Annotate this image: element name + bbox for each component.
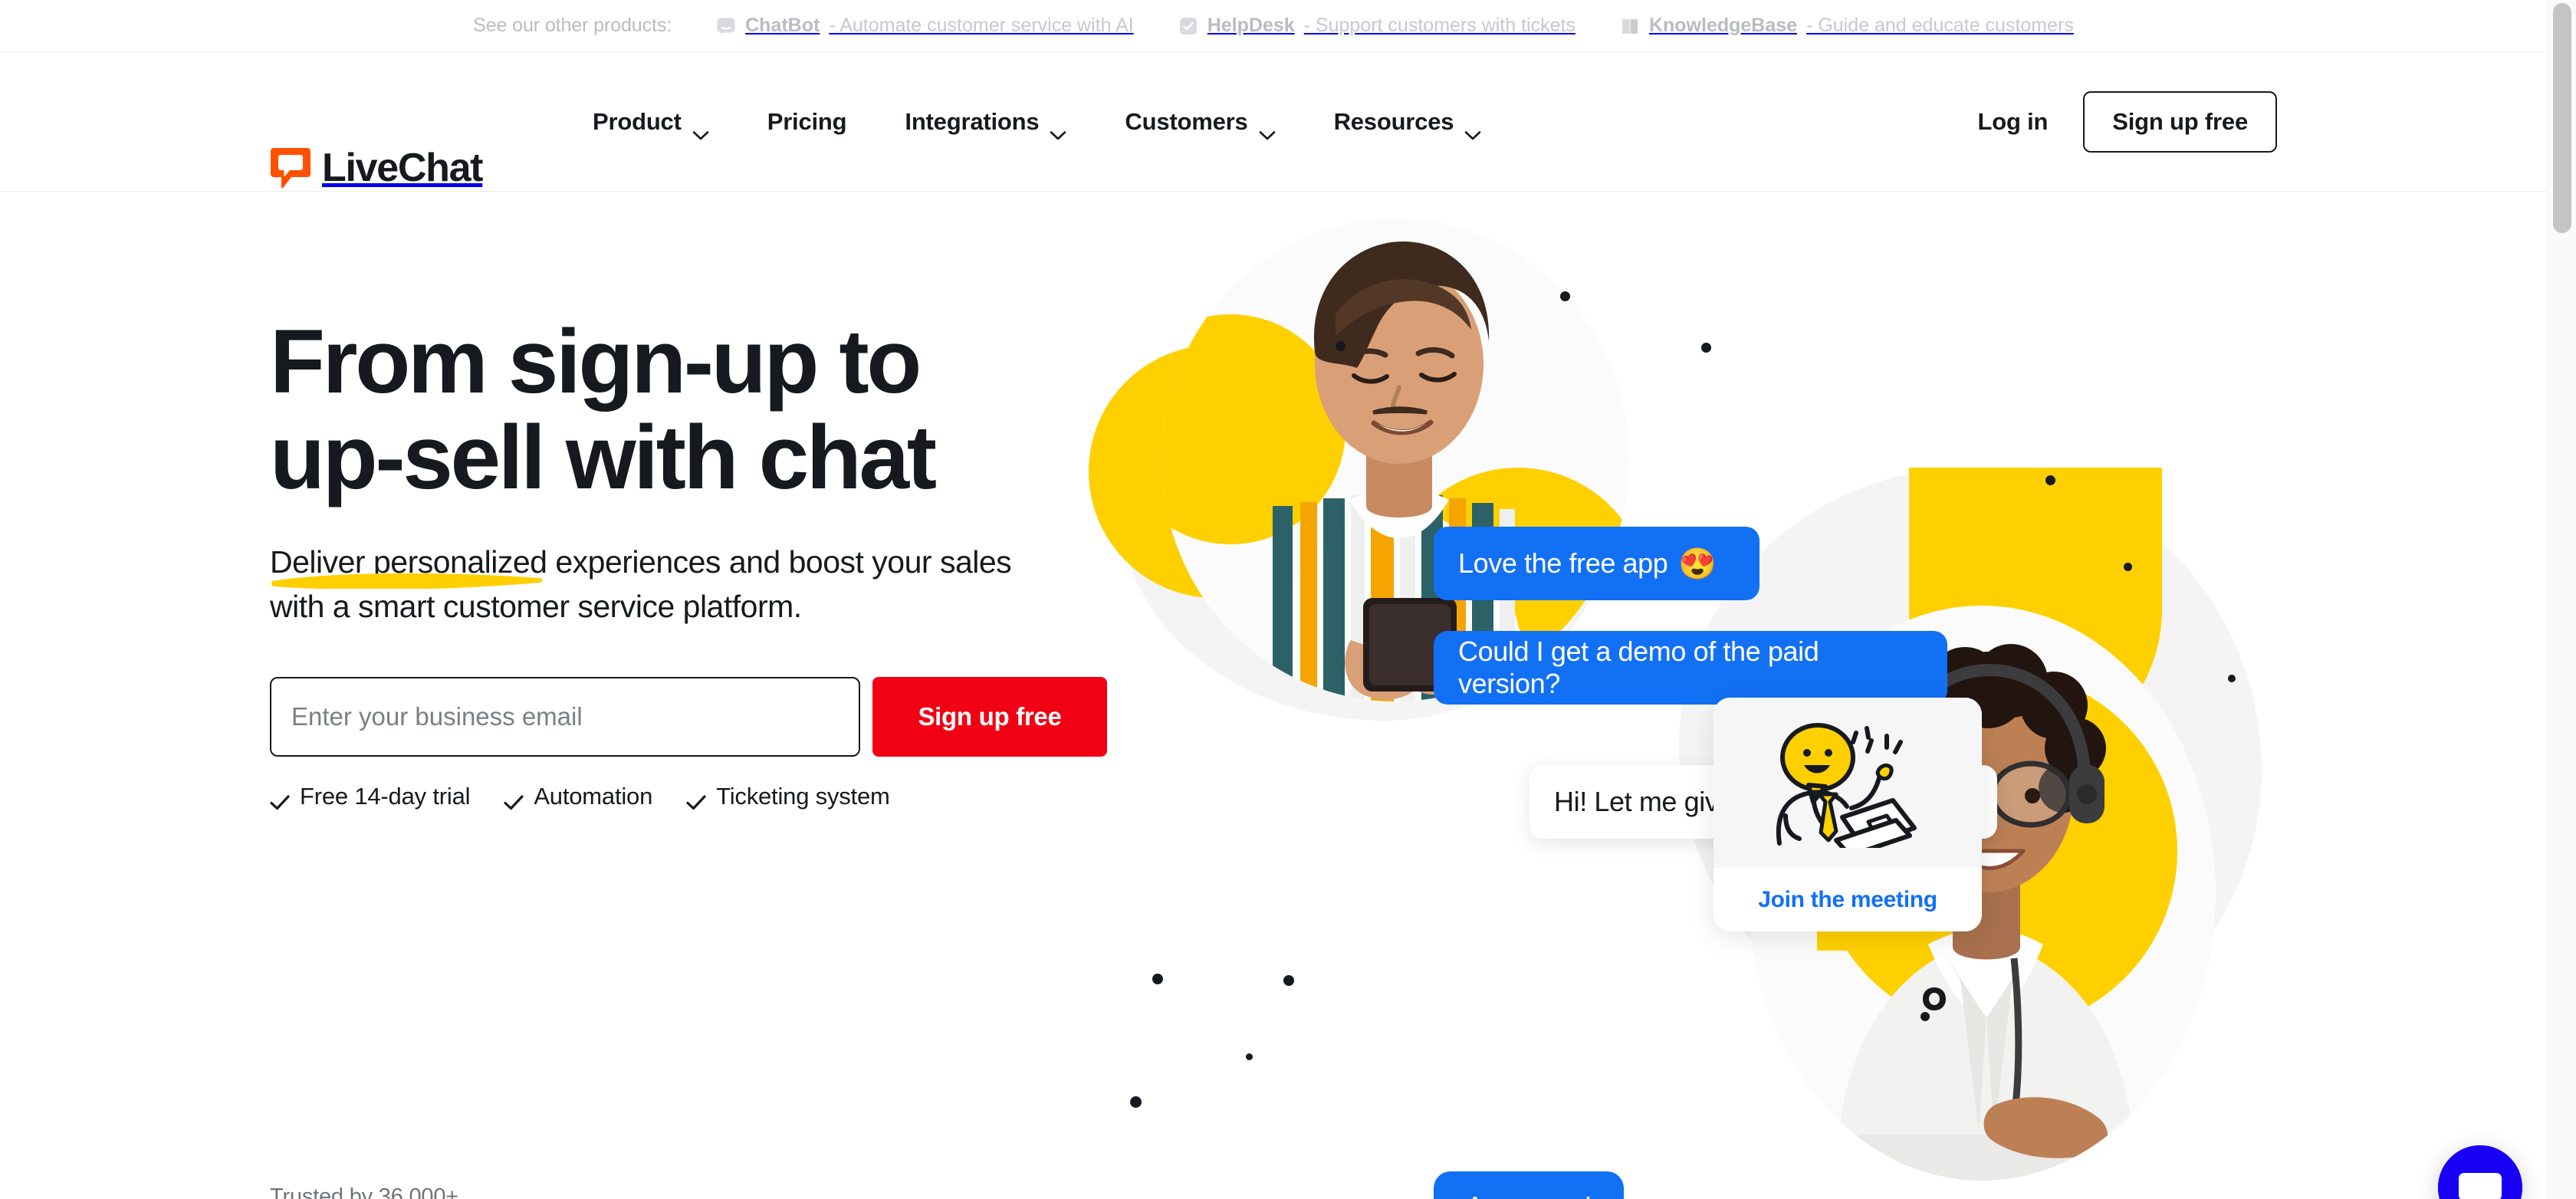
nav-item-pricing[interactable]: Pricing xyxy=(738,52,876,192)
signup-free-nav-button[interactable]: Sign up free xyxy=(2083,91,2277,153)
customer-photo xyxy=(1158,199,1633,705)
decor-dot xyxy=(1701,343,1711,353)
join-meeting-link[interactable]: Join the meeting xyxy=(1714,868,1982,931)
product-name: ChatBot xyxy=(745,15,820,36)
chatbot-icon xyxy=(716,16,736,36)
page-scrollbar[interactable] xyxy=(2547,0,2576,1199)
chevron-down-icon xyxy=(1050,119,1066,140)
login-button[interactable]: Log in xyxy=(1942,108,2083,136)
nav-item-customers[interactable]: Customers xyxy=(1096,52,1304,192)
chevron-down-icon xyxy=(1259,119,1276,140)
livechat-homepage: See our other products: ChatBot - Automa… xyxy=(0,0,2576,1199)
nav-item-label: Product xyxy=(593,108,682,135)
signup-form: Sign up free xyxy=(270,676,1228,757)
feature-label: Free 14-day trial xyxy=(300,782,471,810)
main-navigation: LiveChat Product Pricing Integrations Cu… xyxy=(0,52,2547,192)
other-products-label: See our other products: xyxy=(473,15,672,36)
bubble-text: Could I get a demo of the paid version? xyxy=(1458,636,1819,699)
join-meeting-card[interactable]: Join the meeting xyxy=(1714,698,1982,931)
decor-dot xyxy=(1560,291,1570,301)
business-email-input[interactable] xyxy=(270,676,860,757)
chevron-down-icon xyxy=(692,119,709,140)
nav-item-label: Pricing xyxy=(767,108,847,135)
feature-label: Automation xyxy=(534,782,653,810)
decor-dot xyxy=(1246,1053,1253,1060)
livechat-logo[interactable]: LiveChat xyxy=(270,146,484,190)
decor-dot xyxy=(1152,974,1163,984)
product-name: KnowledgeBase xyxy=(1648,15,1798,36)
check-icon xyxy=(270,789,290,810)
product-desc: - Support customers with tickets xyxy=(1303,15,1576,36)
bubble-text: Awesome! xyxy=(1466,1191,1592,1199)
trusted-by-label: Trusted by 36,000+ companies xyxy=(270,1184,459,1199)
play-ring-icon xyxy=(1921,985,1948,1013)
feature-item: Free 14-day trial xyxy=(270,782,471,810)
hero-copy: From sign-up to up-sell with chat Delive… xyxy=(270,314,1228,810)
hero-illustration: Love the free app 😍 Could I get a demo o… xyxy=(1089,192,2553,1199)
decor-dot xyxy=(1336,341,1346,351)
chat-widget-button[interactable] xyxy=(2438,1145,2522,1199)
nav-item-label: Integrations xyxy=(905,108,1040,135)
decor-dot xyxy=(2124,563,2132,571)
check-icon xyxy=(504,789,524,810)
decor-dot xyxy=(2045,475,2055,485)
feature-item: Ticketing system xyxy=(686,783,890,810)
bubble-love-free-app: Love the free app 😍 xyxy=(1434,527,1760,600)
nav-actions: Log in Sign up free xyxy=(1942,52,2277,192)
scrollbar-thumb[interactable] xyxy=(2553,3,2571,233)
chat-widget-icon xyxy=(2438,1145,2522,1199)
decor-dot xyxy=(1921,1012,1930,1021)
chevron-down-icon xyxy=(1464,119,1481,140)
product-link-knowledgebase[interactable]: KnowledgeBase - Guide and educate custom… xyxy=(1620,15,2074,37)
decor-dot xyxy=(2228,675,2236,682)
decor-dot xyxy=(1130,1096,1142,1108)
product-link-helpdesk[interactable]: HelpDesk - Support customers with ticket… xyxy=(1178,15,1576,37)
meeting-illustration xyxy=(1714,698,1982,868)
nav-item-label: Resources xyxy=(1333,108,1454,135)
nav-item-label: Customers xyxy=(1125,108,1248,135)
helpdesk-icon xyxy=(1178,16,1198,36)
product-name: HelpDesk xyxy=(1207,15,1295,36)
feature-label: Ticketing system xyxy=(716,782,890,810)
product-link-chatbot[interactable]: ChatBot - Automate customer service with… xyxy=(716,15,1134,37)
check-icon xyxy=(686,789,706,810)
headline-underline-icon xyxy=(270,567,546,590)
feature-checklist: Free 14-day trial Automation Ticketing s… xyxy=(270,783,1228,810)
bubble-text: Love the free app xyxy=(1458,547,1668,579)
knowledgebase-icon xyxy=(1620,16,1640,36)
livechat-bubble-icon xyxy=(270,146,311,190)
nav-item-product[interactable]: Product xyxy=(564,52,738,192)
livechat-wordmark: LiveChat xyxy=(322,146,484,190)
other-products-bar: See our other products: ChatBot - Automa… xyxy=(0,0,2547,52)
heart-eyes-emoji-icon: 😍 xyxy=(1678,547,1717,581)
nav-item-resources[interactable]: Resources xyxy=(1305,52,1511,192)
bubble-awesome: Awesome! xyxy=(1434,1171,1624,1199)
hero-section: From sign-up to up-sell with chat Delive… xyxy=(0,192,2547,1199)
decor-dot xyxy=(1283,975,1294,986)
page-title: From sign-up to up-sell with chat xyxy=(270,311,937,509)
product-desc: - Automate customer service with AI xyxy=(829,15,1134,36)
bubble-demo-request: Could I get a demo of the paid version? xyxy=(1434,631,1947,705)
signup-free-hero-button[interactable]: Sign up free xyxy=(872,676,1107,757)
feature-item: Automation xyxy=(504,783,652,810)
nav-item-integrations[interactable]: Integrations xyxy=(876,52,1096,192)
nav-links: Product Pricing Integrations Customers R… xyxy=(564,52,1510,192)
product-desc: - Guide and educate customers xyxy=(1806,15,2074,36)
